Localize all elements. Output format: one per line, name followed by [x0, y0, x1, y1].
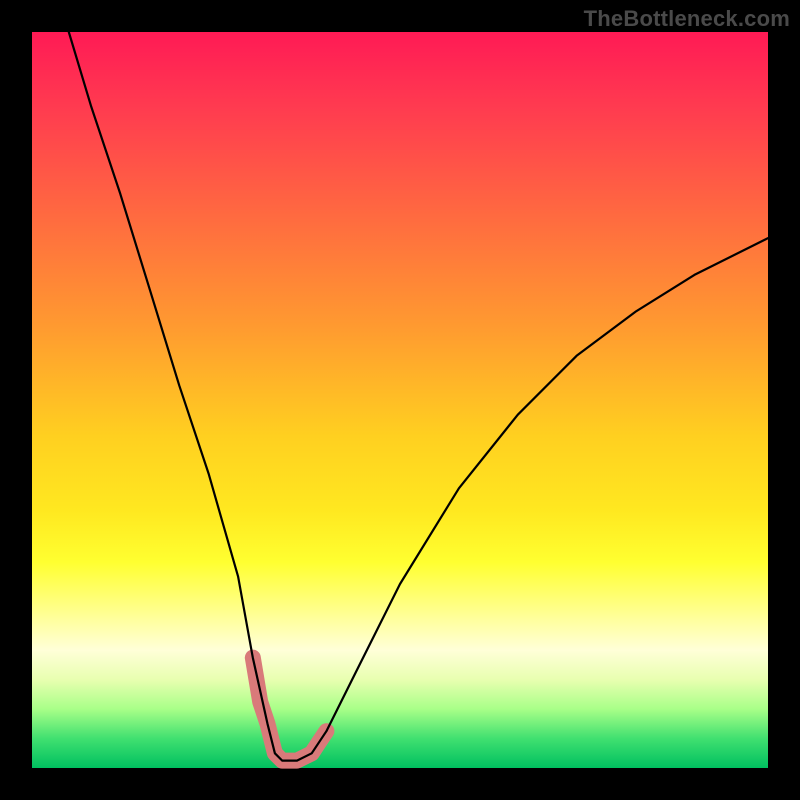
- chart-frame: TheBottleneck.com: [0, 0, 800, 800]
- chart-plot-area: [32, 32, 768, 768]
- chart-svg: [32, 32, 768, 768]
- curve-path: [69, 32, 768, 761]
- attribution-label: TheBottleneck.com: [584, 6, 790, 32]
